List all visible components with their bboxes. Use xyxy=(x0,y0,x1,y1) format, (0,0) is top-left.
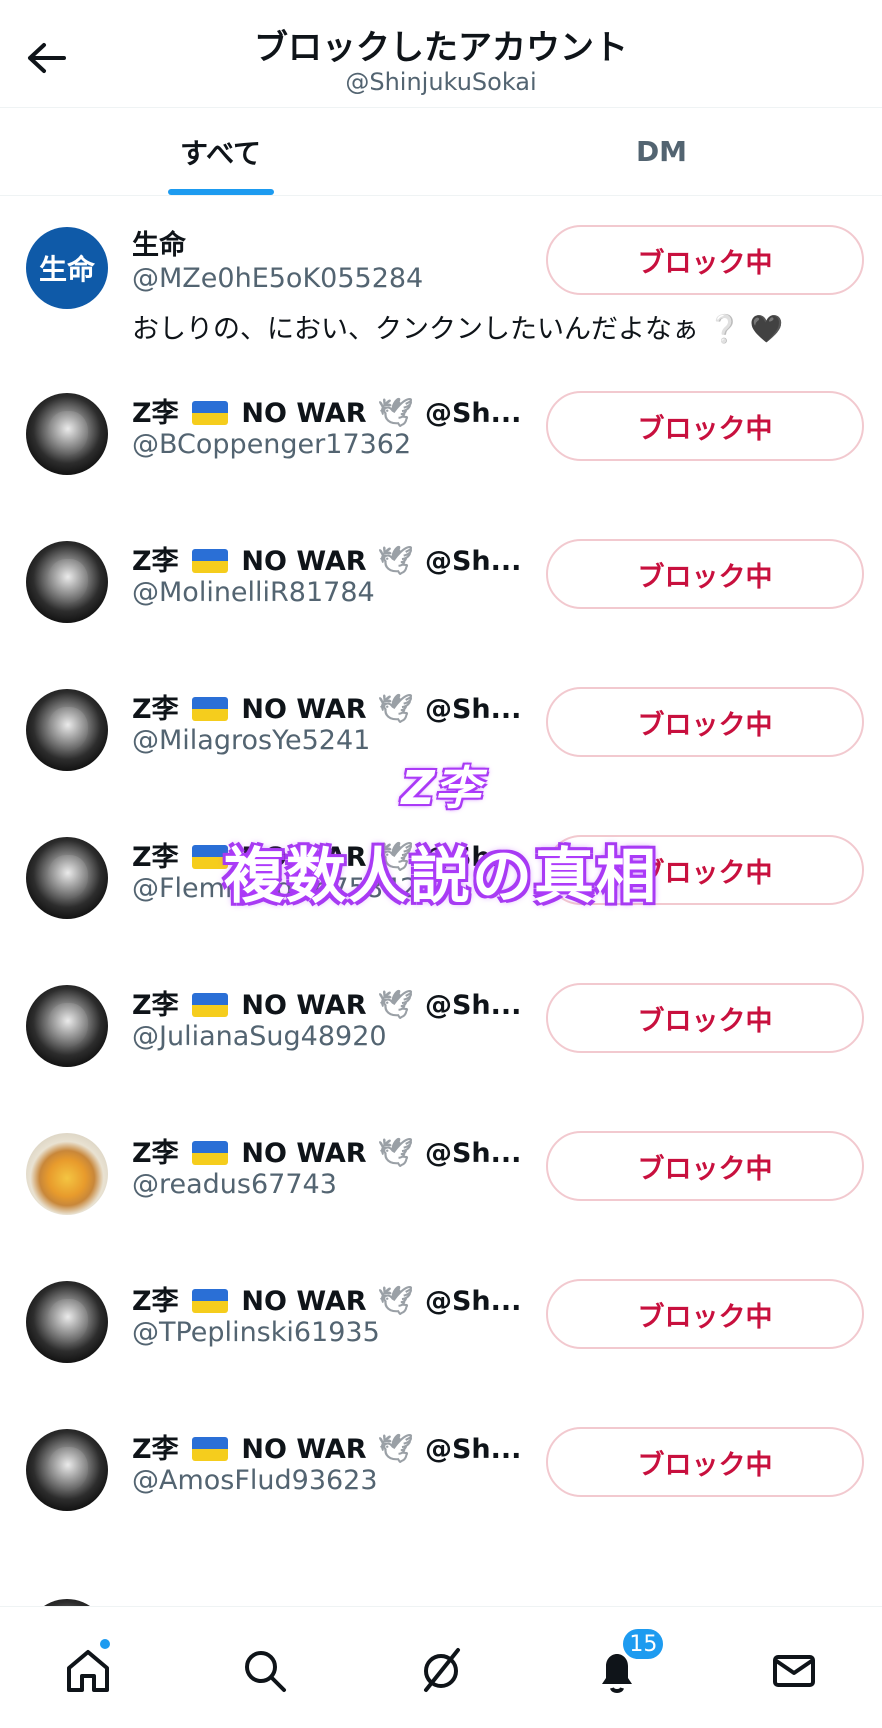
list-item[interactable]: 生命 生命 @MZe0hE5oK055284 おしりの、におい、クンクンしたいん… xyxy=(0,197,882,357)
display-name: Z李 NO WAR 🕊 @Sh... xyxy=(132,687,532,726)
blocked-button[interactable]: ブロック中 xyxy=(546,687,864,757)
avatar[interactable] xyxy=(26,1429,108,1511)
search-icon xyxy=(244,1651,286,1692)
name-text: @Sh... xyxy=(424,1434,522,1465)
display-name: Z李 NO WAR 🕊 @Sh... xyxy=(132,539,532,578)
overlay-caption-line2: 複数人説の真相 xyxy=(224,842,658,912)
tab-bar: すべて DM xyxy=(0,108,882,196)
name-text: NO WAR xyxy=(241,990,367,1021)
tab-all-label: すべて xyxy=(180,136,261,170)
blocked-button[interactable]: ブロック中 xyxy=(546,539,864,609)
ukraine-flag-icon xyxy=(191,1437,228,1461)
avatar[interactable] xyxy=(26,985,108,1067)
list-item[interactable]: Z李 NO WAR 🕊 @Sh... @JulianaSug48920 ブロック… xyxy=(0,967,882,1097)
nav-notifications[interactable]: 15 xyxy=(587,1627,666,1701)
user-handle: @AmosFlud93623 xyxy=(132,1465,378,1496)
ukraine-flag-icon xyxy=(191,401,228,425)
name-text: NO WAR xyxy=(241,546,367,577)
avatar[interactable] xyxy=(26,1281,108,1363)
home-icon xyxy=(67,1650,110,1692)
mail-icon xyxy=(772,1655,815,1687)
avatar[interactable] xyxy=(26,1133,108,1215)
name-text: Z李 xyxy=(132,1434,179,1465)
overlay-caption-line1: Z李 xyxy=(401,761,481,815)
name-text: Z李 xyxy=(132,1138,179,1169)
display-name: Z李 NO WAR 🕊 @Sh... xyxy=(132,1279,532,1318)
notifications-badge: 15 xyxy=(621,1627,666,1661)
blocked-button[interactable]: ブロック中 xyxy=(546,1279,864,1349)
dove-icon: 🕊 xyxy=(378,1284,414,1317)
ukraine-flag-icon xyxy=(191,1141,228,1165)
name-text: NO WAR xyxy=(241,1138,367,1169)
list-item[interactable]: Z李 NO WAR 🕊 @Sh... @readus67743 ブロック中 xyxy=(0,1115,882,1245)
ukraine-flag-icon xyxy=(191,549,228,573)
user-handle: @MolinelliR81784 xyxy=(132,577,375,608)
name-text: NO WAR xyxy=(241,1434,367,1465)
name-text: @Sh... xyxy=(424,694,522,725)
user-bio: おしりの、におい、クンクンしたいんだよなぁ ❔ 🖤 xyxy=(132,314,784,345)
dove-icon: 🕊 xyxy=(378,396,414,429)
page-subtitle: @ShinjukuSokai xyxy=(345,68,537,96)
user-handle: @MZe0hE5oK055284 xyxy=(132,263,424,294)
name-text: Z李 xyxy=(132,1286,179,1317)
dove-icon: 🕊 xyxy=(378,692,414,725)
name-text: @Sh... xyxy=(424,546,522,577)
dove-icon: 🕊 xyxy=(378,1432,414,1465)
display-name: Z李 NO WAR 🕊 @Sh... xyxy=(132,391,532,430)
ukraine-flag-icon xyxy=(191,993,228,1017)
name-text: @Sh... xyxy=(424,990,522,1021)
nav-home[interactable] xyxy=(58,1637,118,1701)
blocked-button[interactable]: ブロック中 xyxy=(546,391,864,461)
list-item[interactable]: Z李 NO WAR 🕊 @Sh... @AmosFlud93623 ブロック中 xyxy=(0,1411,882,1541)
display-name: Z李 NO WAR 🕊 @Sh... xyxy=(132,983,532,1022)
list-item[interactable]: Z李 NO WAR 🕊 @Sh... @TPeplinski61935 ブロック… xyxy=(0,1263,882,1393)
blocked-button[interactable]: ブロック中 xyxy=(546,1427,864,1497)
avatar-text: 生命 xyxy=(38,253,95,286)
name-text: @Sh... xyxy=(424,1286,522,1317)
bottom-navigation: 15 xyxy=(0,1606,882,1728)
avatar[interactable] xyxy=(26,541,108,623)
avatar[interactable] xyxy=(26,393,108,475)
ukraine-flag-icon xyxy=(191,1289,228,1313)
list-item[interactable]: Z李 NO WAR 🕊 @Sh... @BCoppenger17362 ブロック… xyxy=(0,375,882,505)
tab-active-indicator xyxy=(167,189,274,195)
dove-icon: 🕊 xyxy=(378,544,414,577)
ukraine-flag-icon xyxy=(191,697,228,721)
name-text: NO WAR xyxy=(241,1286,367,1317)
tab-dm[interactable]: DM xyxy=(441,108,882,195)
nav-spaces[interactable] xyxy=(411,1641,471,1701)
name-text: Z李 xyxy=(132,990,179,1021)
name-text: @Sh... xyxy=(424,398,522,429)
nav-messages[interactable] xyxy=(764,1641,824,1701)
header: ブロックしたアカウント @ShinjukuSokai xyxy=(0,0,882,108)
user-handle: @BCoppenger17362 xyxy=(132,429,412,460)
display-name: Z李 NO WAR 🕊 @Sh... xyxy=(132,1427,532,1466)
blocked-button[interactable]: ブロック中 xyxy=(546,983,864,1053)
user-handle: @JulianaSug48920 xyxy=(132,1021,387,1052)
user-handle: @TPeplinski61935 xyxy=(132,1317,380,1348)
name-text: Z李 xyxy=(132,694,179,725)
nav-search[interactable] xyxy=(235,1641,295,1701)
tab-dm-label: DM xyxy=(635,135,688,168)
display-name: Z李 NO WAR 🕊 @Sh... xyxy=(132,1131,532,1170)
spaces-icon xyxy=(423,1648,460,1692)
page-title: ブロックしたアカウント xyxy=(254,28,628,68)
name-text: Z李 xyxy=(132,546,179,577)
list-item[interactable]: Z李 NO WAR 🕊 @Sh... @MolinelliR81784 ブロック… xyxy=(0,523,882,653)
tab-all[interactable]: すべて xyxy=(0,108,441,195)
name-text: NO WAR xyxy=(241,398,367,429)
blocked-button[interactable]: ブロック中 xyxy=(546,225,864,295)
name-text: NO WAR xyxy=(241,694,367,725)
name-text: Z李 xyxy=(132,398,179,429)
blocked-button[interactable]: ブロック中 xyxy=(546,1131,864,1201)
dove-icon: 🕊 xyxy=(378,988,414,1021)
name-text: @Sh... xyxy=(424,1138,522,1169)
dove-icon: 🕊 xyxy=(378,1136,414,1169)
display-name: 生命 xyxy=(132,230,186,261)
user-handle: @readus67743 xyxy=(132,1169,337,1200)
avatar[interactable]: 生命 xyxy=(26,227,108,309)
